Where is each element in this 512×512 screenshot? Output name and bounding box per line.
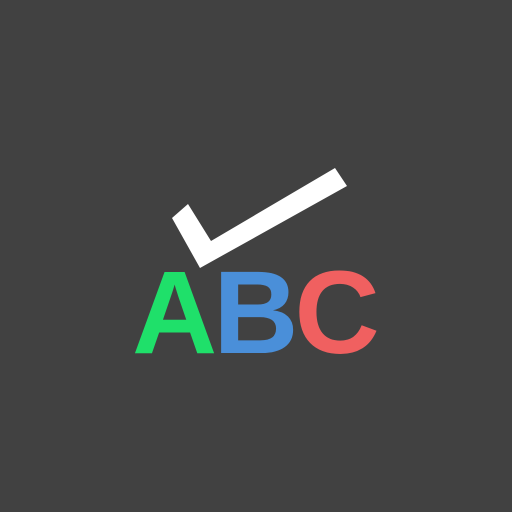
- letter-b: B: [213, 247, 298, 379]
- abc-letters: A B C: [132, 254, 380, 372]
- spellcheck-app-icon: A B C: [0, 0, 512, 512]
- letter-c: C: [294, 247, 379, 379]
- letter-a: A: [132, 247, 217, 379]
